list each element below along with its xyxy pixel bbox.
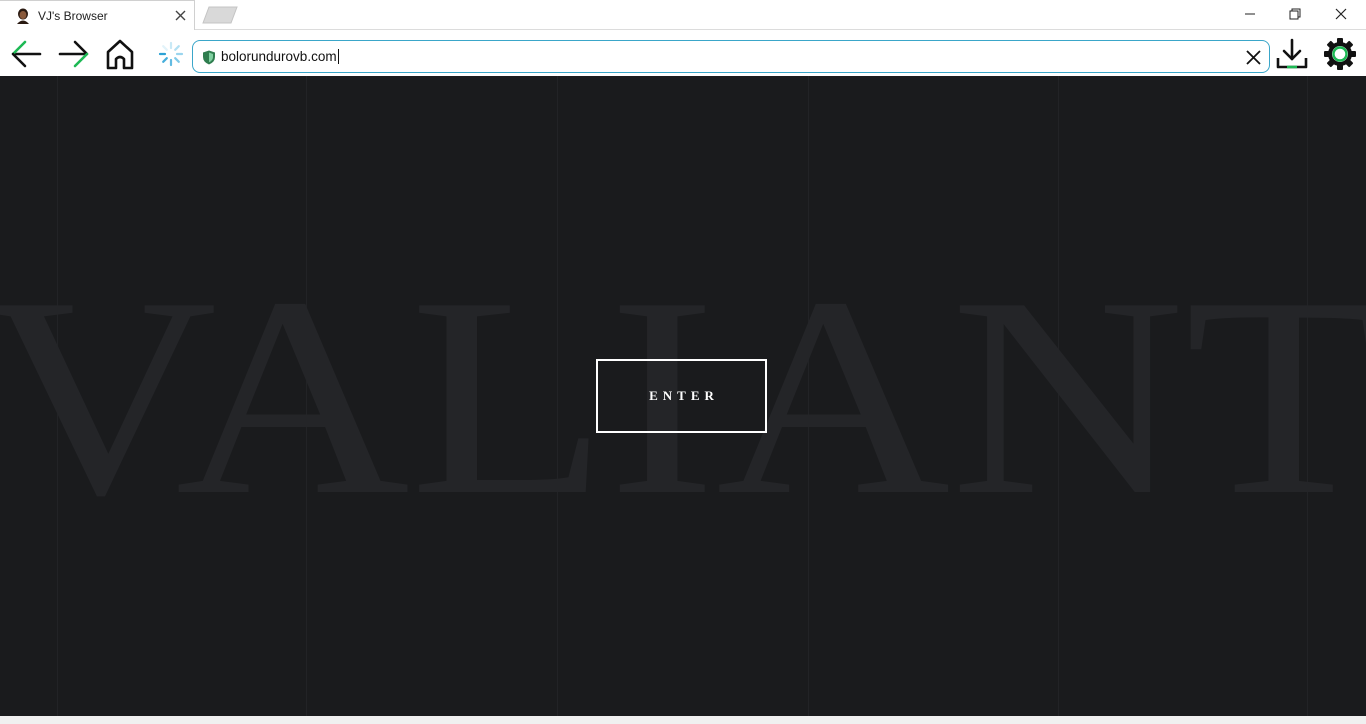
- web-page: VALIANT ENTER: [0, 76, 1366, 716]
- home-icon[interactable]: [103, 37, 137, 71]
- download-icon[interactable]: [1275, 37, 1309, 71]
- shield-icon: [203, 50, 215, 65]
- arrow-left-icon[interactable]: [9, 37, 43, 71]
- minimize-icon[interactable]: [1242, 6, 1258, 22]
- close-icon[interactable]: [1245, 49, 1262, 66]
- address-bar[interactable]: bolorundurovb.com: [192, 40, 1270, 73]
- tab-active[interactable]: VJ's Browser: [0, 0, 195, 30]
- text-caret: [337, 49, 339, 64]
- tab-title: VJ's Browser: [38, 9, 108, 23]
- tab-close-icon[interactable]: [174, 9, 187, 22]
- enter-button[interactable]: ENTER: [596, 359, 767, 433]
- url-text: bolorundurovb.com: [221, 49, 337, 64]
- new-tab-button[interactable]: [202, 6, 238, 24]
- arrow-right-icon[interactable]: [57, 37, 91, 71]
- toolbar: bolorundurovb.com: [0, 30, 1366, 76]
- enter-button-label: ENTER: [649, 388, 719, 403]
- status-bar: [0, 716, 1366, 724]
- window-close-icon[interactable]: [1333, 6, 1349, 22]
- gear-icon[interactable]: [1323, 37, 1357, 71]
- url-field[interactable]: bolorundurovb.com: [221, 49, 339, 64]
- restore-icon[interactable]: [1287, 6, 1303, 22]
- tab-strip: VJ's Browser: [0, 0, 1366, 30]
- avatar-favicon-icon: [15, 8, 31, 24]
- spinner-icon: [158, 41, 184, 67]
